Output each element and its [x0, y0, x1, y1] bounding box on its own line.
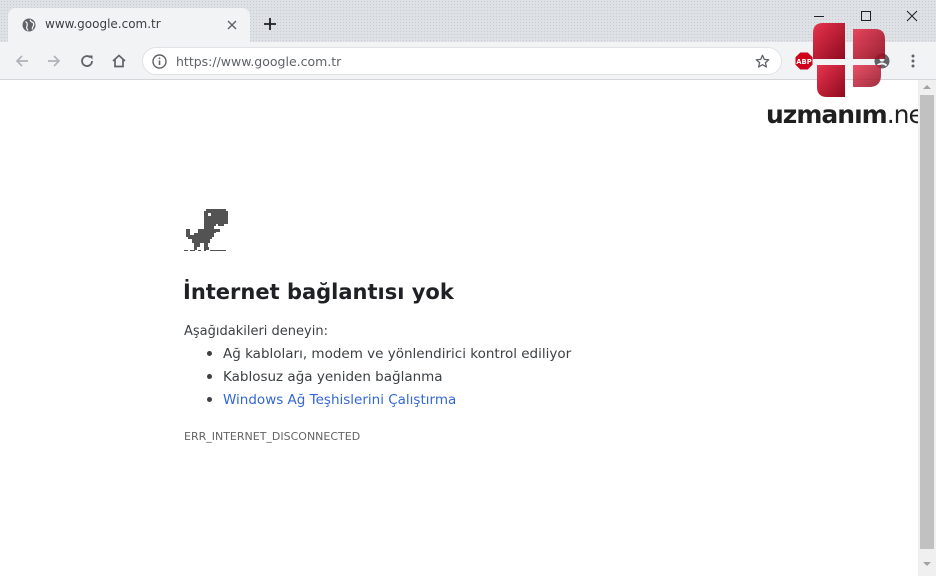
suggestions-intro: Aşağıdakileri deneyin:: [184, 324, 328, 339]
suggestions-list: Ağ kabloları, modem ve yönlendirici kont…: [205, 344, 571, 413]
uzmanim-logo: [813, 23, 885, 97]
scroll-thumb[interactable]: [920, 95, 934, 549]
back-arrow-icon[interactable]: [14, 53, 30, 69]
maximize-icon[interactable]: [859, 9, 873, 23]
network-diagnostics-link[interactable]: Windows Ağ Teşhislerini Çalıştırma: [205, 390, 571, 413]
adblock-icon[interactable]: ABP: [795, 52, 813, 70]
home-icon[interactable]: [111, 53, 127, 69]
bookmark-star-icon[interactable]: [755, 54, 770, 69]
suggestion-item: Ağ kabloları, modem ve yönlendirici kont…: [205, 344, 571, 367]
more-menu-icon[interactable]: [907, 53, 919, 69]
vertical-scrollbar[interactable]: [918, 80, 936, 576]
window-close-icon[interactable]: [905, 9, 919, 23]
url-text[interactable]: https://www.google.com.tr: [176, 54, 341, 69]
minimize-icon[interactable]: [812, 9, 826, 23]
wordmark-brand: uzmanım: [766, 100, 888, 129]
address-bar[interactable]: https://www.google.com.tr: [142, 47, 782, 75]
browser-tab[interactable]: www.google.com.tr: [8, 8, 250, 42]
uzmanim-wordmark: uzmanım.net: [766, 100, 933, 129]
scroll-up-arrow-icon[interactable]: [923, 83, 931, 91]
error-code: ERR_INTERNET_DISCONNECTED: [184, 430, 361, 443]
error-title: İnternet bağlantısı yok: [183, 280, 454, 304]
info-icon[interactable]: [152, 54, 167, 69]
dinosaur-icon[interactable]: [184, 209, 228, 253]
globe-icon: [22, 18, 36, 32]
suggestion-item: Kablosuz ağa yeniden bağlanma: [205, 367, 571, 390]
reload-icon[interactable]: [79, 53, 95, 69]
forward-arrow-icon[interactable]: [46, 53, 62, 69]
scroll-down-arrow-icon[interactable]: [923, 560, 931, 568]
close-tab-icon[interactable]: [226, 19, 238, 31]
adblock-label: ABP: [796, 58, 811, 66]
tab-title: www.google.com.tr: [45, 17, 161, 31]
new-tab-icon[interactable]: [263, 17, 277, 31]
title-bar: www.google.com.tr: [0, 0, 936, 42]
